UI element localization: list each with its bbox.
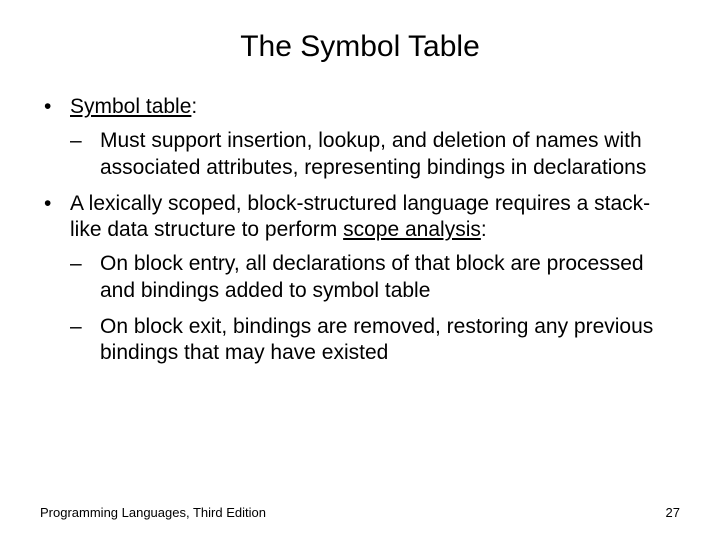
- sub-bullet-text: On block entry, all declarations of that…: [100, 251, 680, 304]
- slide-content: • Symbol table: – Must support insertion…: [40, 94, 680, 366]
- bullet-item: • A lexically scoped, block-structured l…: [40, 191, 680, 244]
- sub-bullet-marker: –: [70, 314, 100, 367]
- slide-title: The Symbol Table: [40, 30, 680, 64]
- bullet-marker: •: [40, 94, 70, 120]
- slide-footer: Programming Languages, Third Edition 27: [40, 505, 680, 520]
- bullet-text: A lexically scoped, block-structured lan…: [70, 191, 680, 244]
- sub-bullet-item: – On block exit, bindings are removed, r…: [40, 314, 680, 367]
- bullet-text: Symbol table:: [70, 94, 680, 120]
- sub-bullet-marker: –: [70, 128, 100, 181]
- sub-bullet-text: Must support insertion, lookup, and dele…: [100, 128, 680, 181]
- footer-left: Programming Languages, Third Edition: [40, 505, 266, 520]
- bullet-marker: •: [40, 191, 70, 244]
- bullet-item: • Symbol table:: [40, 94, 680, 120]
- sub-bullet-marker: –: [70, 251, 100, 304]
- sub-bullet-item: – On block entry, all declarations of th…: [40, 251, 680, 304]
- sub-bullet-item: – Must support insertion, lookup, and de…: [40, 128, 680, 181]
- sub-bullet-text: On block exit, bindings are removed, res…: [100, 314, 680, 367]
- footer-right: 27: [666, 505, 680, 520]
